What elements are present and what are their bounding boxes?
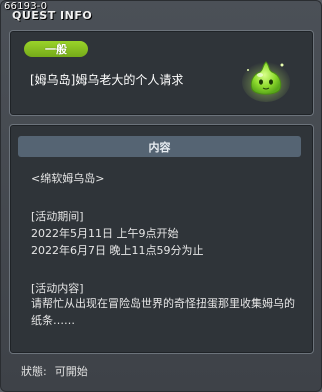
status-row: 狀態: 可開始 <box>21 363 96 379</box>
period-end: 2022年6月7日 晚上11点59分为止 <box>31 244 204 257</box>
place-name: <绵软姆乌岛> <box>31 172 105 185</box>
window-title: QUEST INFO <box>12 9 93 22</box>
green-slime-icon <box>242 61 290 102</box>
period-start: 2022年5月11日 上午9点开始 <box>31 227 179 240</box>
status-label: 狀態: <box>21 365 47 378</box>
period-label: [活动期间] <box>31 210 84 223</box>
category-badge: 一般 <box>24 41 88 57</box>
quest-name: [姆乌岛]姆乌老大的个人请求 <box>30 73 184 87</box>
content-header: 内容 <box>18 136 301 157</box>
quest-info-window: 66193-0 QUEST INFO 一般 [姆乌岛]姆乌老大的个人请求 内容 … <box>0 0 322 392</box>
content-panel: 内容 <绵软姆乌岛> [活动期间] 2022年5月11日 上午9点开始 2022… <box>9 124 314 354</box>
status-value: 可開始 <box>54 365 88 378</box>
detail-label: [活动内容] <box>31 282 84 295</box>
quest-summary-panel: 一般 [姆乌岛]姆乌老大的个人请求 <box>9 30 314 116</box>
detail-text: 请帮忙从出现在冒险岛世界的奇怪扭蛋那里收集姆乌的纸条…… <box>31 297 295 327</box>
